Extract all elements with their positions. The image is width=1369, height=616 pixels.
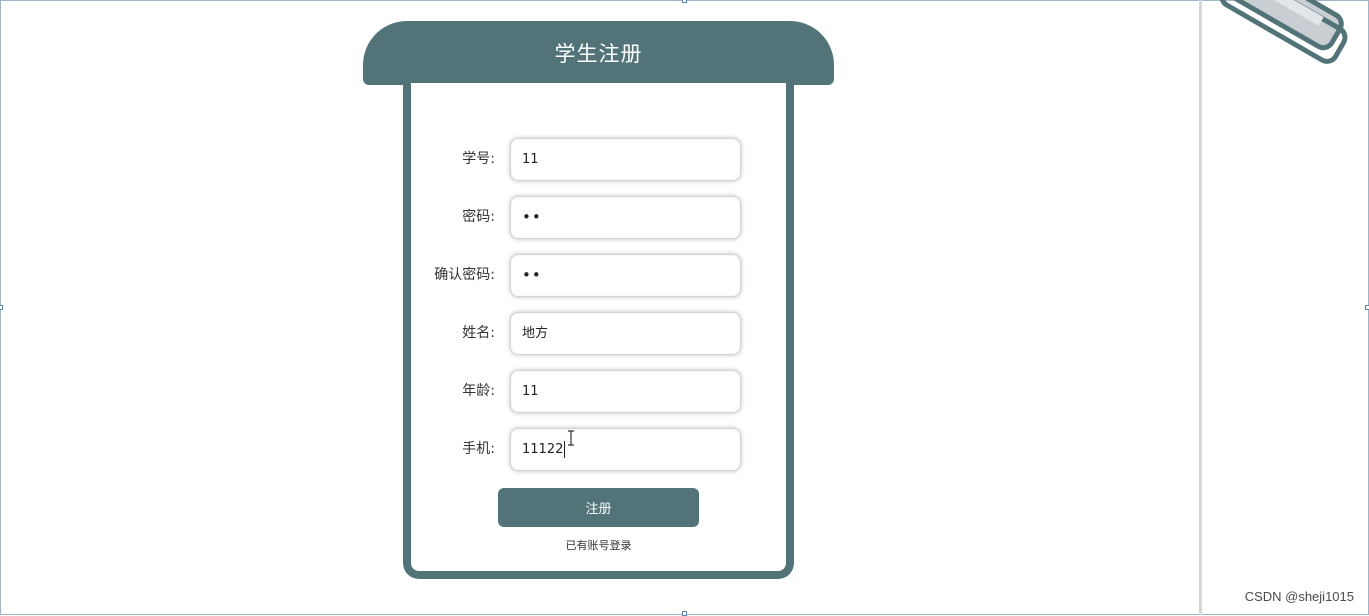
resize-handle-top[interactable] — [682, 0, 687, 3]
age-input[interactable]: 11 — [510, 370, 741, 413]
right-divider — [1199, 0, 1202, 615]
phone-value: 11122 — [522, 442, 564, 457]
confirm-password-label: 确认密码: — [434, 267, 495, 283]
form-header: 学生注册 — [363, 21, 834, 85]
phone-label: 手机: — [462, 441, 495, 457]
age-label: 年龄: — [462, 383, 495, 399]
name-label: 姓名: — [462, 325, 495, 341]
resize-handle-bottom[interactable] — [682, 611, 687, 616]
password-input[interactable]: •• — [510, 196, 741, 239]
name-input[interactable]: 地方 — [510, 312, 741, 355]
confirm-password-input[interactable]: •• — [510, 254, 741, 297]
login-link[interactable]: 已有账号登录 — [498, 537, 699, 553]
watermark: CSDN @sheji1015 — [1244, 589, 1354, 604]
text-cursor-icon — [568, 430, 574, 446]
student-id-label: 学号: — [462, 151, 495, 167]
password-label: 密码: — [462, 209, 495, 225]
student-id-input[interactable]: 11 — [510, 138, 741, 181]
resize-handle-right[interactable] — [1365, 305, 1369, 310]
phone-input[interactable]: 11122 — [510, 428, 741, 471]
resize-handle-left[interactable] — [0, 305, 3, 310]
paperclip-icon — [1198, 0, 1348, 64]
register-button[interactable]: 注册 — [498, 488, 699, 527]
page-title: 学生注册 — [554, 42, 643, 66]
